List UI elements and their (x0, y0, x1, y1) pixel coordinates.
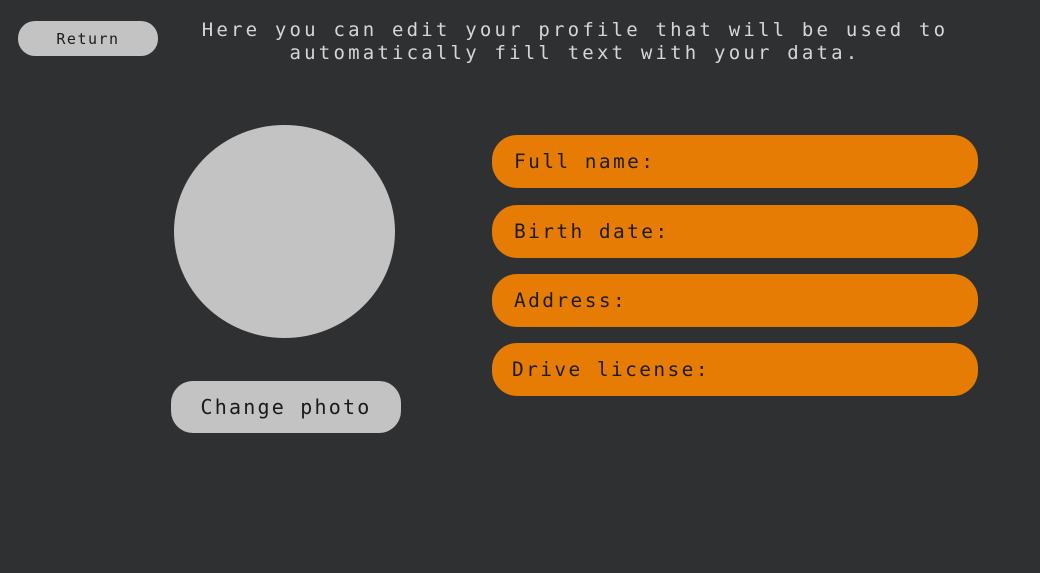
change-photo-button[interactable]: Change photo (171, 381, 401, 433)
return-button[interactable]: Return (18, 21, 158, 56)
profile-photo (174, 125, 395, 338)
full-name-field[interactable]: Full name: (492, 135, 978, 188)
profile-edit-page: Return Here you can edit your profile th… (0, 0, 1040, 573)
drive-license-field[interactable]: Drive license: (492, 343, 978, 396)
address-field[interactable]: Address: (492, 274, 978, 327)
birth-date-field[interactable]: Birth date: (492, 205, 978, 258)
instructions-text: Here you can edit your profile that will… (201, 19, 949, 64)
